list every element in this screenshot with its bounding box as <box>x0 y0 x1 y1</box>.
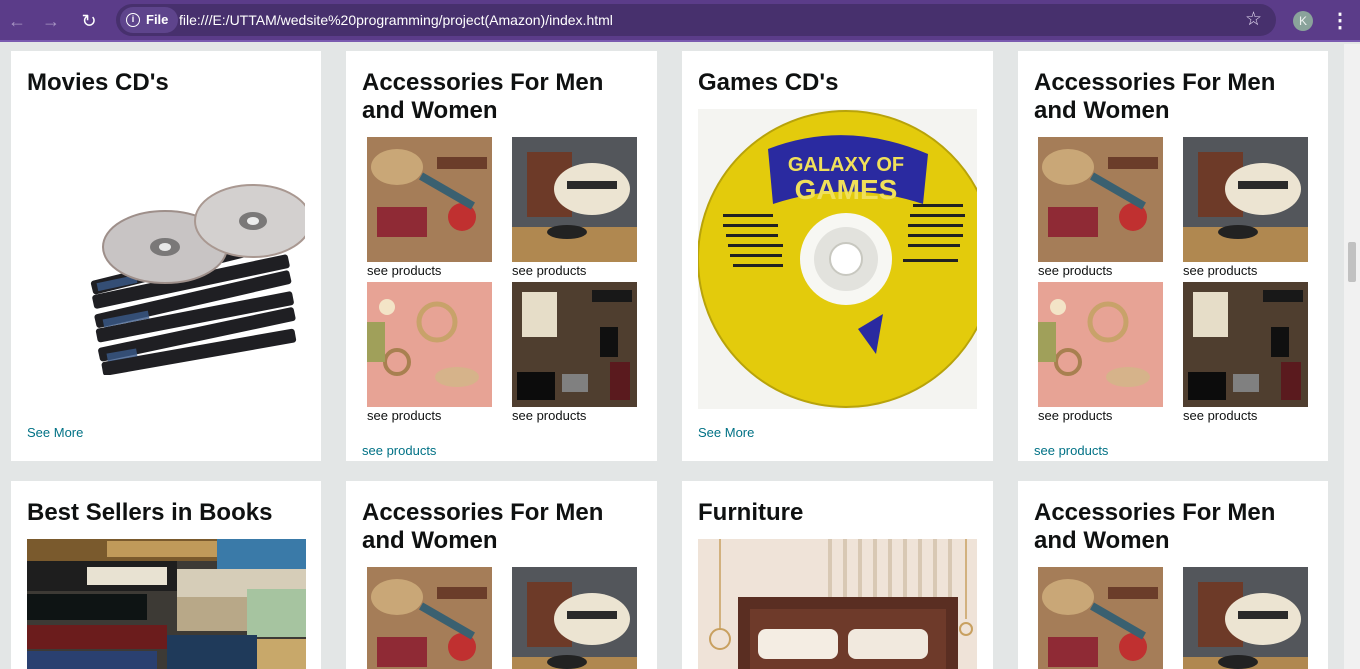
product-thumb-hat[interactable] <box>1038 567 1163 669</box>
see-products-link[interactable]: see products <box>1034 443 1108 458</box>
card-title: Accessories For Men and Women <box>362 69 604 124</box>
see-more-link[interactable]: See More <box>27 425 83 440</box>
profile-avatar[interactable]: K <box>1293 11 1313 31</box>
site-info-chip[interactable]: i File <box>120 7 179 33</box>
card-accessories-2: Accessories For Men and Women see produc… <box>1018 51 1328 461</box>
movies-cd-stack-image <box>90 184 305 375</box>
card-title: Accessories For Men and Women <box>362 499 604 554</box>
product-thumb-essentials[interactable] <box>1183 282 1308 407</box>
card-games-cds: Games CD's GALAXY OF GAMES See More <box>682 51 993 461</box>
back-arrow-icon[interactable]: ← <box>4 8 30 34</box>
card-accessories-4: Accessories For Men and Women <box>1018 481 1328 669</box>
games-cd-image: GALAXY OF GAMES <box>698 109 977 409</box>
card-title: Furniture <box>698 499 804 526</box>
card-title: Accessories For Men and Women <box>1034 69 1276 124</box>
product-thumb-fedora[interactable] <box>512 567 637 669</box>
card-furniture: Furniture <box>682 481 993 669</box>
svg-text:GAMES: GAMES <box>795 174 898 205</box>
star-icon[interactable]: ☆ <box>1245 8 1262 32</box>
product-thumb-hat[interactable] <box>367 137 492 262</box>
page-scrollbar[interactable] <box>1344 44 1360 669</box>
books-image <box>27 539 306 669</box>
product-thumb-jewelry[interactable] <box>1038 282 1163 407</box>
thumb-label[interactable]: see products <box>512 263 586 278</box>
card-accessories-3: Accessories For Men and Women <box>346 481 657 669</box>
thumb-label[interactable]: see products <box>512 408 586 423</box>
see-more-link[interactable]: See More <box>698 425 754 440</box>
card-best-sellers-books: Best Sellers in Books <box>11 481 321 669</box>
forward-arrow-icon[interactable]: → <box>38 8 64 34</box>
card-movies-cds: Movies CD's See More <box>11 51 321 461</box>
card-accessories-1: Accessories For Men and Women see produc… <box>346 51 657 461</box>
address-bar[interactable]: i File file:///E:/UTTAM/wedsite%20progra… <box>116 4 1276 36</box>
see-products-link[interactable]: see products <box>362 443 436 458</box>
product-thumb-fedora[interactable] <box>1183 137 1308 262</box>
site-info-label: File <box>146 12 169 27</box>
thumb-label[interactable]: see products <box>367 263 441 278</box>
card-title: Games CD's <box>698 69 839 96</box>
product-thumb-fedora[interactable] <box>512 137 637 262</box>
card-title: Accessories For Men and Women <box>1034 499 1276 554</box>
product-thumb-essentials[interactable] <box>512 282 637 407</box>
thumb-label[interactable]: see products <box>1038 263 1112 278</box>
furniture-image <box>698 539 977 669</box>
svg-text:GALAXY OF: GALAXY OF <box>788 154 904 176</box>
reload-icon[interactable]: ↻ <box>76 8 102 34</box>
thumb-label[interactable]: see products <box>1183 263 1257 278</box>
card-title: Movies CD's <box>27 69 169 96</box>
thumb-label[interactable]: see products <box>367 408 441 423</box>
menu-icon[interactable]: ⋮ <box>1330 8 1350 34</box>
product-thumb-fedora[interactable] <box>1183 567 1308 669</box>
product-thumb-jewelry[interactable] <box>367 282 492 407</box>
toolbar-divider <box>0 40 1360 42</box>
card-title: Best Sellers in Books <box>27 499 273 526</box>
url-text[interactable]: file:///E:/UTTAM/wedsite%20programming/p… <box>179 4 613 36</box>
thumb-label[interactable]: see products <box>1183 408 1257 423</box>
scrollbar-thumb[interactable] <box>1348 242 1356 282</box>
product-thumb-hat[interactable] <box>367 567 492 669</box>
browser-toolbar: ← → ↻ i File file:///E:/UTTAM/wedsite%20… <box>0 0 1360 42</box>
info-icon: i <box>126 13 140 27</box>
product-thumb-hat[interactable] <box>1038 137 1163 262</box>
thumb-label[interactable]: see products <box>1038 408 1112 423</box>
